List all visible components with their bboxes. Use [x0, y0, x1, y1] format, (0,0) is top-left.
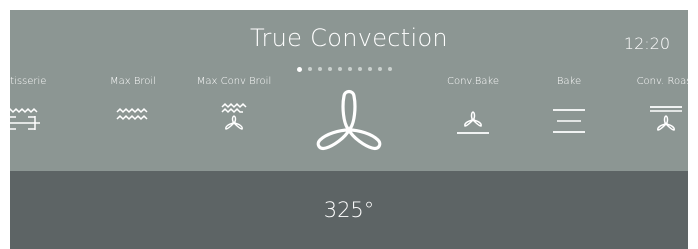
mode-label: Conv. Roast — [636, 76, 696, 87]
page-dot[interactable] — [368, 67, 372, 71]
mode-title: True Convection — [250, 24, 448, 52]
page-indicator — [297, 66, 392, 72]
mode-panel: True Convection 12:20 Rotisserie Max Bro… — [0, 10, 695, 171]
page-dot[interactable] — [328, 67, 332, 71]
page-dot[interactable] — [297, 66, 302, 72]
rotisserie-icon — [4, 107, 40, 130]
mode-true-convection[interactable] — [299, 80, 399, 164]
mode-bake[interactable]: Bake — [519, 76, 619, 141]
page-dot[interactable] — [378, 67, 382, 71]
mode-label: Max Broil — [110, 76, 156, 87]
temperature-value[interactable]: 325° — [10, 198, 688, 222]
page-dot[interactable] — [388, 67, 392, 71]
mode-label: Max Conv Broil — [196, 76, 272, 87]
conv-broil-icon — [221, 102, 247, 130]
mode-label: Rotisserie — [0, 76, 47, 87]
page-dot[interactable] — [348, 67, 352, 71]
page-dot[interactable] — [358, 67, 362, 71]
page-dot[interactable] — [308, 67, 312, 71]
mode-conv-roast[interactable]: Conv. Roast — [616, 76, 698, 141]
mode-label: Conv.Bake — [446, 76, 500, 87]
oven-display: True Convection 12:20 Rotisserie Max Bro… — [0, 10, 695, 249]
page-dot[interactable] — [318, 67, 322, 71]
bake-icon — [553, 109, 585, 133]
mode-conv-bake[interactable]: Conv.Bake — [423, 76, 523, 141]
page-dot[interactable] — [338, 67, 342, 71]
conv-roast-icon — [650, 106, 682, 131]
clock: 12:20 — [623, 34, 670, 53]
mode-max-broil[interactable]: Max Broil — [83, 76, 183, 141]
mode-max-conv-broil[interactable]: Max Conv Broil — [184, 76, 284, 139]
conv-bake-icon — [457, 111, 489, 134]
mode-rotisserie[interactable]: Rotisserie — [0, 76, 72, 141]
mode-label: Bake — [556, 76, 582, 87]
fan-icon — [316, 89, 382, 150]
broil-icon — [116, 107, 148, 121]
